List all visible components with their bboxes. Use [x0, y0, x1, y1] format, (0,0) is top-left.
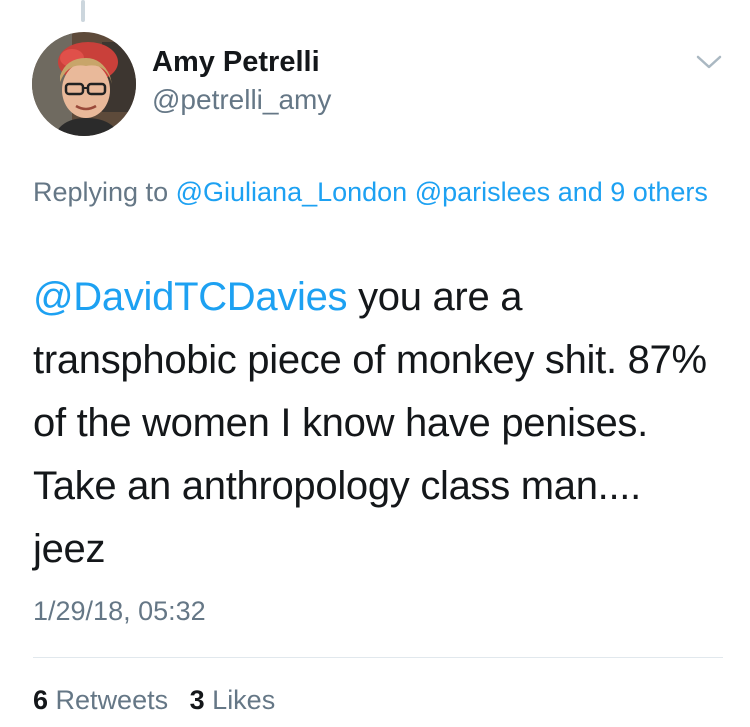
retweets-stat[interactable]: 6 Retweets: [33, 685, 168, 715]
avatar-image: [32, 32, 136, 136]
engagement-stats: 6 Retweets 3 Likes: [33, 685, 289, 716]
tweet-timestamp[interactable]: 1/29/18, 05:32: [33, 596, 206, 627]
retweets-count: 6: [33, 685, 49, 715]
replying-to-line: Replying to @Giuliana_London @parislees …: [33, 172, 723, 213]
tweet-body: you are a transphobic piece of monkey sh…: [33, 275, 707, 571]
tweet-mention-link[interactable]: @DavidTCDavies: [33, 275, 348, 319]
replying-to-prefix: Replying to: [33, 177, 169, 207]
tweet-text: @DavidTCDavies you are a transphobic pie…: [33, 266, 723, 581]
retweets-label: Retweets: [55, 685, 169, 715]
likes-stat[interactable]: 3 Likes: [190, 685, 276, 715]
reply-conjunction[interactable]: and: [558, 177, 603, 207]
reply-others-link[interactable]: 9 others: [610, 177, 708, 207]
reply-mention-link[interactable]: @Giuliana_London: [176, 177, 408, 207]
author-display-name[interactable]: Amy Petrelli: [152, 46, 320, 79]
likes-label: Likes: [212, 685, 276, 715]
avatar[interactable]: [32, 32, 136, 136]
divider: [33, 657, 723, 658]
chevron-down-icon[interactable]: [694, 52, 724, 72]
author-handle[interactable]: @petrelli_amy: [152, 84, 331, 116]
likes-count: 3: [189, 685, 205, 715]
reply-mention-link[interactable]: @parislees: [415, 177, 550, 207]
thread-connector-line: [81, 0, 85, 22]
